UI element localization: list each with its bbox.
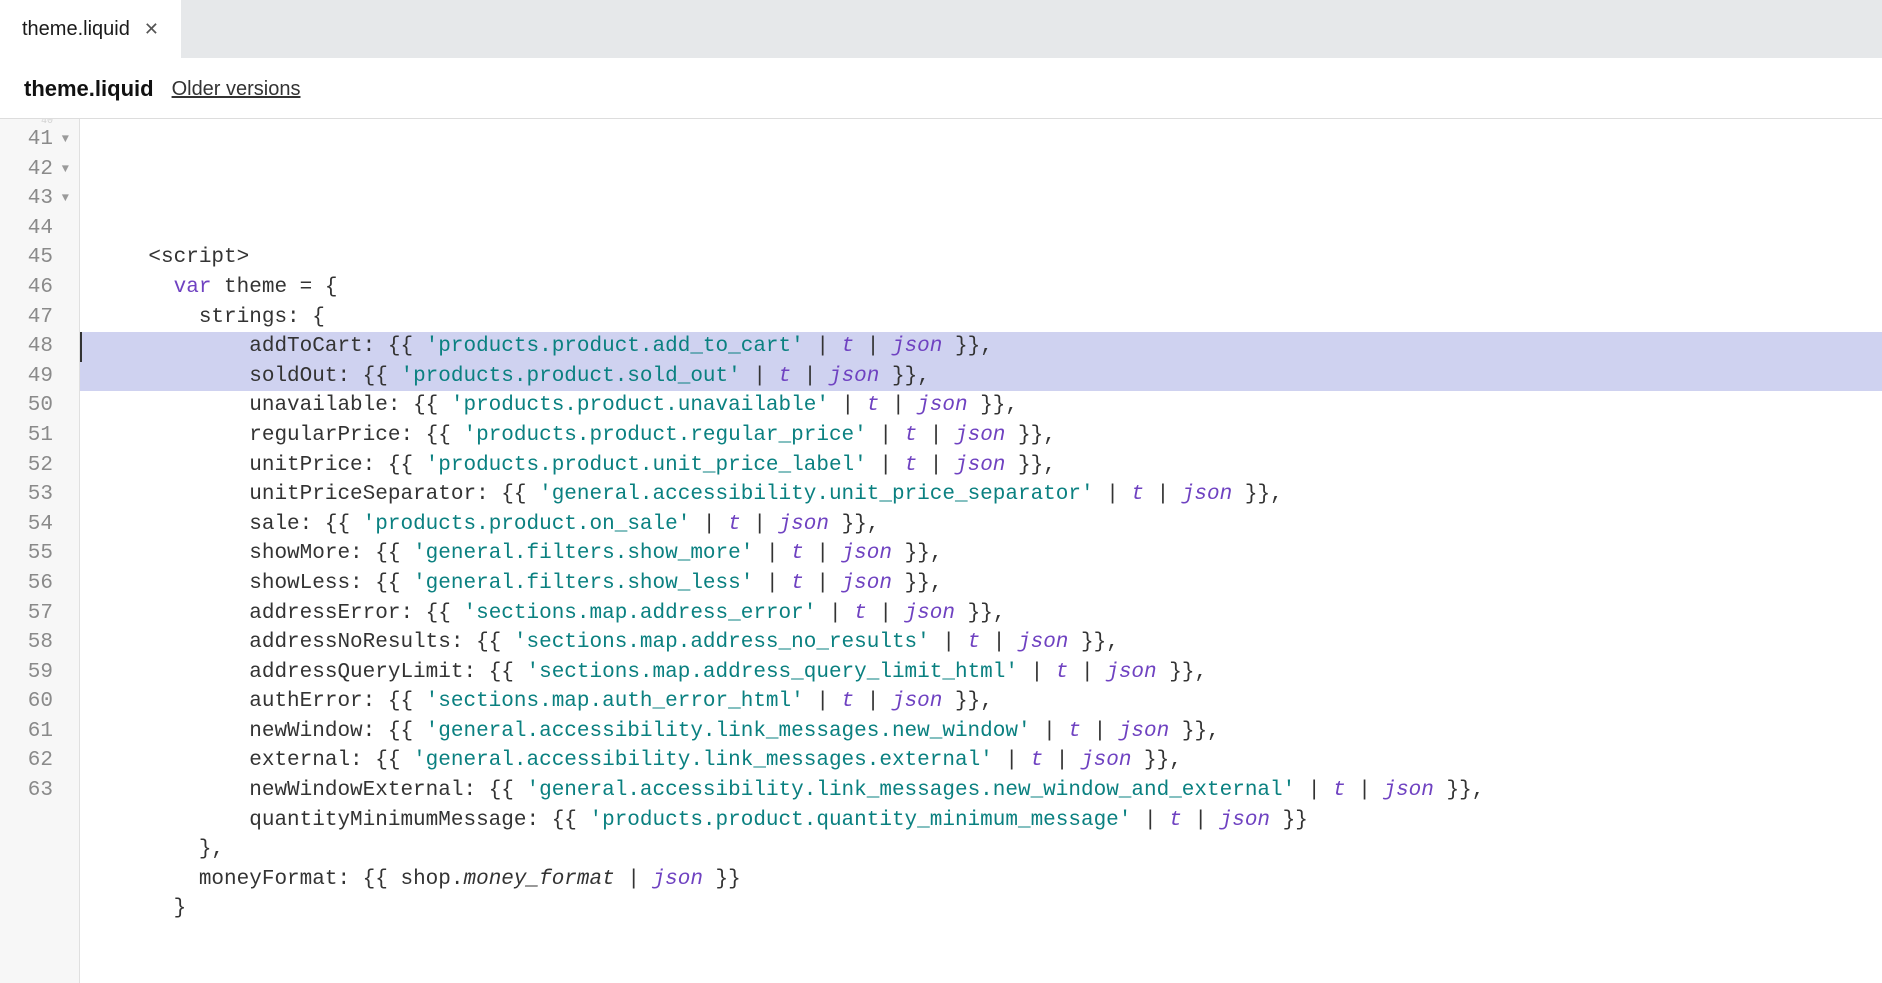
code-editor[interactable]: 40 41▼42▼43▼44 45 46 47 48 49 50 51 52 5… xyxy=(0,118,1882,983)
line-number: 43▼ xyxy=(0,184,73,214)
line-number: 45 xyxy=(0,243,73,273)
older-versions-link[interactable]: Older versions xyxy=(172,78,301,101)
code-line: quantityMinimumMessage: {{ 'products.pro… xyxy=(80,806,1882,836)
active-tab[interactable]: theme.liquid ✕ xyxy=(0,0,181,58)
line-number: 61 xyxy=(0,717,73,747)
line-number: 57 xyxy=(0,599,73,629)
line-number: 51 xyxy=(0,421,73,451)
code-line: showLess: {{ 'general.filters.show_less'… xyxy=(80,569,1882,599)
code-line: unavailable: {{ 'products.product.unavai… xyxy=(80,391,1882,421)
code-line: addressNoResults: {{ 'sections.map.addre… xyxy=(80,628,1882,658)
code-line: var theme = { xyxy=(80,273,1882,303)
code-line: <script> xyxy=(80,243,1882,273)
code-line: unitPriceSeparator: {{ 'general.accessib… xyxy=(80,480,1882,510)
line-number: 54 xyxy=(0,510,73,540)
line-number: 48 xyxy=(0,332,73,362)
code-line: authError: {{ 'sections.map.auth_error_h… xyxy=(80,687,1882,717)
line-number: 41▼ xyxy=(0,125,73,155)
code-line: addToCart: {{ 'products.product.add_to_c… xyxy=(80,332,1882,362)
line-number: 53 xyxy=(0,480,73,510)
line-number: 63 xyxy=(0,776,73,806)
line-number: 46 xyxy=(0,273,73,303)
code-line: external: {{ 'general.accessibility.link… xyxy=(80,746,1882,776)
line-number: 62 xyxy=(0,746,73,776)
code-line: showMore: {{ 'general.filters.show_more'… xyxy=(80,539,1882,569)
code-line: sale: {{ 'products.product.on_sale' | t … xyxy=(80,510,1882,540)
file-title: theme.liquid xyxy=(24,76,154,102)
code-line: moneyFormat: {{ shop.money_format | json… xyxy=(80,865,1882,895)
line-number: 55 xyxy=(0,539,73,569)
tab-bar: theme.liquid ✕ xyxy=(0,0,1882,58)
line-number: 49 xyxy=(0,362,73,392)
line-number: 58 xyxy=(0,628,73,658)
line-number: 56 xyxy=(0,569,73,599)
code-line: soldOut: {{ 'products.product.sold_out' … xyxy=(80,362,1882,392)
fold-icon[interactable]: ▼ xyxy=(57,184,69,214)
code-line: addressError: {{ 'sections.map.address_e… xyxy=(80,599,1882,629)
line-number: 50 xyxy=(0,391,73,421)
line-number: 44 xyxy=(0,214,73,244)
line-number: 52 xyxy=(0,451,73,481)
fold-icon[interactable]: ▼ xyxy=(57,125,69,155)
code-line: newWindow: {{ 'general.accessibility.lin… xyxy=(80,717,1882,747)
code-line: }, xyxy=(80,835,1882,865)
file-header: theme.liquid Older versions xyxy=(0,58,1882,118)
line-number: 40 xyxy=(0,119,73,125)
line-number: 42▼ xyxy=(0,155,73,185)
fold-icon[interactable]: ▼ xyxy=(57,155,69,185)
code-line: strings: { xyxy=(80,303,1882,333)
line-number: 59 xyxy=(0,658,73,688)
code-line: addressQueryLimit: {{ 'sections.map.addr… xyxy=(80,658,1882,688)
line-number: 60 xyxy=(0,687,73,717)
code-area[interactable]: <script> var theme = { strings: { addToC… xyxy=(80,119,1882,983)
close-icon[interactable]: ✕ xyxy=(144,20,159,38)
text-cursor xyxy=(80,332,82,362)
code-line: unitPrice: {{ 'products.product.unit_pri… xyxy=(80,451,1882,481)
code-line: newWindowExternal: {{ 'general.accessibi… xyxy=(80,776,1882,806)
tab-label: theme.liquid xyxy=(22,18,130,41)
line-number-gutter: 40 41▼42▼43▼44 45 46 47 48 49 50 51 52 5… xyxy=(0,119,80,983)
code-line: } xyxy=(80,894,1882,924)
line-number: 47 xyxy=(0,303,73,333)
code-line: regularPrice: {{ 'products.product.regul… xyxy=(80,421,1882,451)
